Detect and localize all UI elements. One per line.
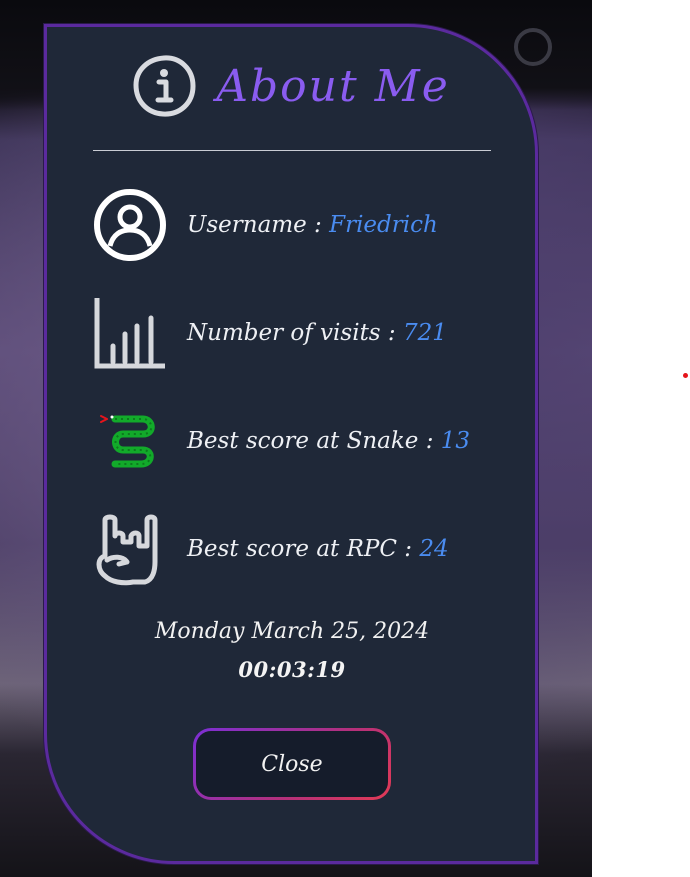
close-button[interactable]: Close [193, 728, 391, 800]
visits-text: Number of visits : 721 [187, 320, 447, 346]
snake-score-row: Best score at Snake : 13 [93, 403, 513, 479]
rpc-score-text: Best score at RPC : 24 [187, 536, 449, 562]
snake-icon [93, 404, 167, 478]
current-time: 00:03:19 [238, 657, 346, 682]
rpc-score-row: Best score at RPC : 24 [93, 511, 513, 587]
info-icon [133, 55, 196, 117]
red-dot-marker [683, 373, 688, 378]
snake-score-value: 13 [440, 428, 471, 454]
snake-score-label: Best score at Snake : [187, 428, 441, 454]
bar-chart-icon [93, 296, 167, 370]
username-row: Username : Friedrich [93, 187, 513, 263]
current-date: Monday March 25, 2024 [154, 619, 430, 644]
rpc-score-value: 24 [419, 536, 449, 562]
about-me-modal: About Me Username : Friedrich Number of … [44, 24, 538, 864]
rpc-score-label: Best score at RPC : [187, 536, 420, 562]
visits-row: Number of visits : 721 [93, 295, 513, 371]
visits-label: Number of visits : [187, 320, 403, 346]
username-label: Username : [187, 212, 330, 238]
username-value: Friedrich [329, 212, 438, 238]
username-text: Username : Friedrich [187, 212, 438, 238]
header-divider [93, 150, 491, 151]
snake-score-text: Best score at Snake : 13 [187, 428, 470, 454]
modal-header: About Me [47, 53, 535, 119]
modal-title: About Me [216, 60, 450, 112]
visits-value: 721 [402, 320, 447, 346]
user-circle-icon [93, 188, 167, 262]
rock-hand-icon [93, 512, 167, 586]
